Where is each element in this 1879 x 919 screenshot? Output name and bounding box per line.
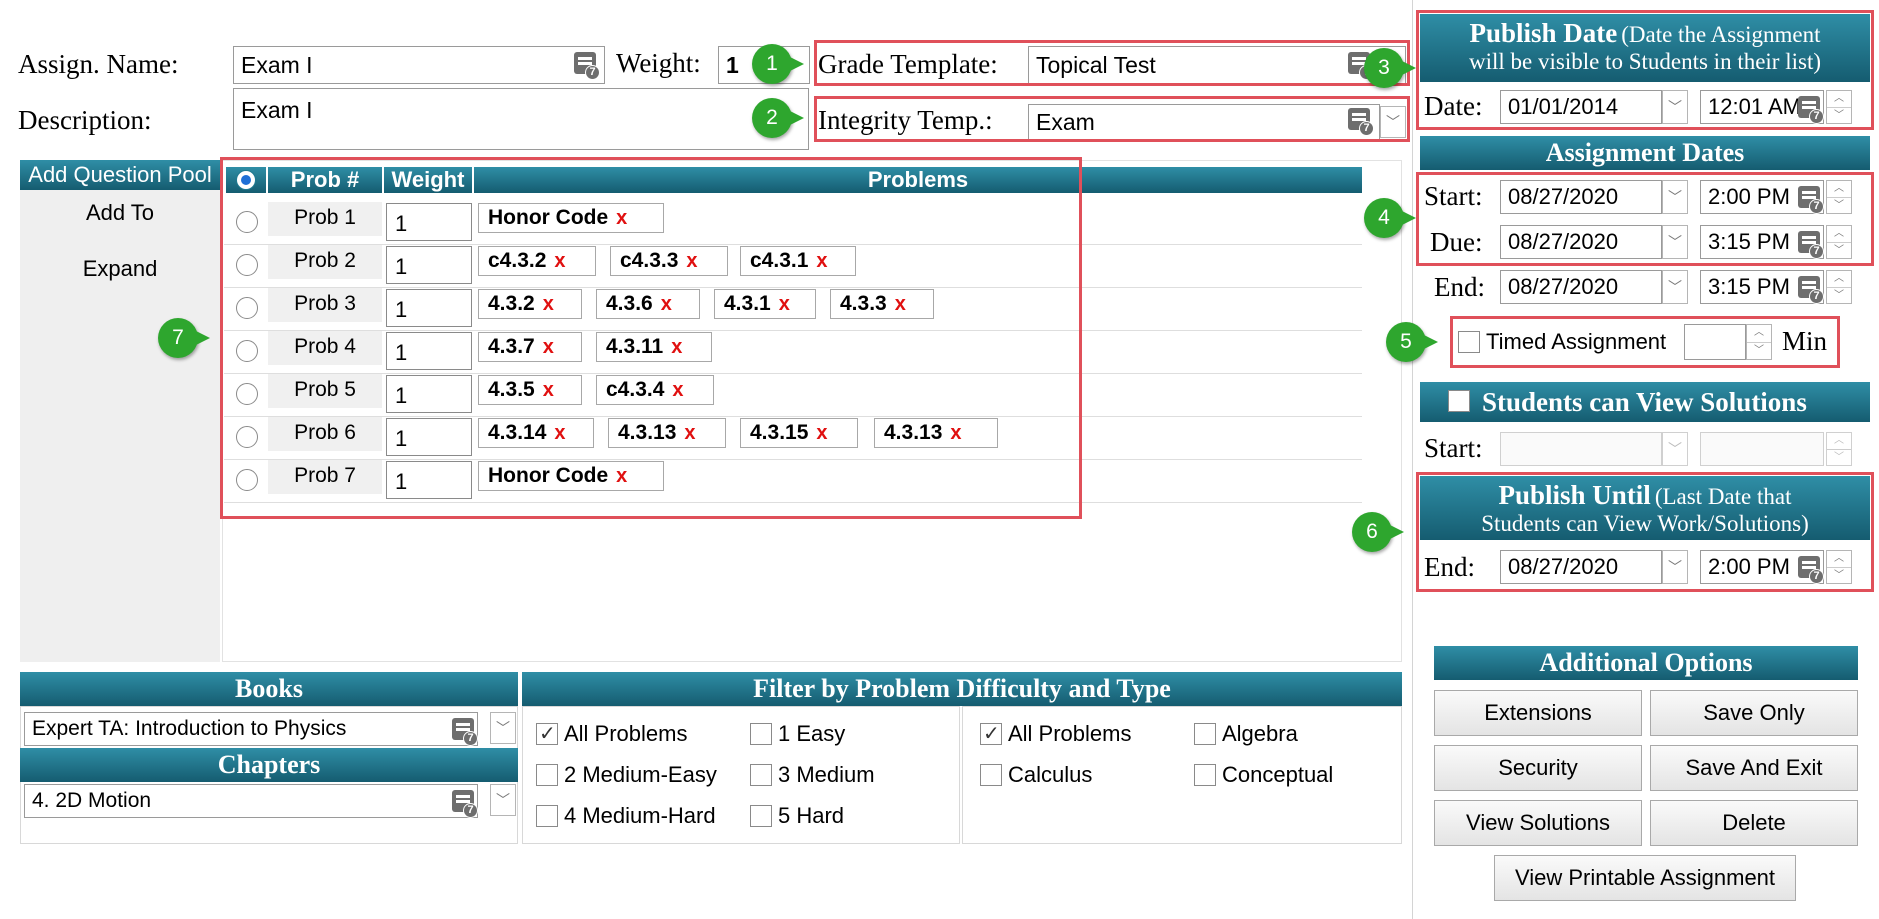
expand-button[interactable]: Expand [20,256,220,282]
highlight-box-3 [1416,10,1874,130]
filter-medium-hard-checkbox[interactable] [536,805,558,827]
end-time-spinner[interactable]: ︿ ﹀ [1826,270,1852,304]
end-date-dropdown-arrow[interactable]: ﹀ [1662,270,1688,304]
end-time-value: 3:15 PM [1708,274,1790,299]
solutions-start-date-input[interactable] [1500,432,1662,466]
type-algebra-checkbox[interactable] [1194,723,1216,745]
end-date-value: 08/27/2020 [1508,274,1619,299]
filter-label: Algebra [1222,721,1298,746]
tag-icon[interactable] [1798,276,1824,304]
book-value: Expert TA: Introduction to Physics [32,717,347,740]
filter-all-problems-checkbox[interactable] [536,721,558,746]
delete-button[interactable]: Delete [1650,800,1858,846]
solutions-start-label: Start: [1424,433,1483,463]
highlight-box-7 [220,157,1082,519]
callout-1: 1 [752,44,804,84]
tag-icon[interactable] [452,790,478,818]
callout-6: 6 [1352,512,1404,552]
filter-label: 5 Hard [778,803,845,828]
book-dropdown-arrow[interactable]: ﹀ [490,712,516,744]
description-input[interactable]: Exam I [233,88,809,150]
callout-2: 2 [752,98,804,138]
solutions-start-dropdown-arrow[interactable]: ﹀ [1662,432,1688,466]
callout-3: 3 [1364,48,1416,88]
security-button[interactable]: Security [1434,745,1642,791]
filter-label: 3 Medium [778,762,875,787]
highlight-box-1 [814,40,1410,86]
tag-icon[interactable] [574,52,600,80]
assign-name-label: Assign. Name: [18,49,179,79]
chapter-select[interactable]: 4. 2D Motion [24,784,478,818]
filter-label: 4 Medium-Hard [564,803,716,828]
callout-4: 4 [1364,198,1416,238]
filter-label: Conceptual [1222,762,1334,787]
weight-label: Weight: [616,48,701,78]
book-select[interactable]: Expert TA: Introduction to Physics [24,712,478,746]
highlight-box-2 [814,96,1410,142]
add-question-pool-button[interactable]: Add Question Pool [20,160,220,190]
type-all-problems-checkbox[interactable] [980,721,1002,746]
view-printable-assignment-button[interactable]: View Printable Assignment [1494,855,1796,901]
save-only-button[interactable]: Save Only [1650,690,1858,736]
filter-easy-checkbox[interactable] [750,723,772,745]
highlight-box-5 [1450,316,1840,368]
weight-value: 1 [726,51,739,78]
assignment-dates-title: Assignment Dates [1420,136,1870,170]
additional-options-title: Additional Options [1434,646,1858,680]
filter-label: All Problems [564,721,688,746]
chapters-title: Chapters [20,748,518,782]
filter-hard-checkbox[interactable] [750,805,772,827]
books-title: Books [20,672,518,706]
filter-medium-easy-checkbox[interactable] [536,764,558,786]
type-calculus-checkbox[interactable] [980,764,1002,786]
chapter-dropdown-arrow[interactable]: ﹀ [490,784,516,816]
left-menu-panel [20,160,220,662]
callout-5: 5 [1386,322,1438,362]
assign-name-input[interactable]: Exam I [233,46,605,84]
description-value: Exam I [241,97,313,123]
extensions-button[interactable]: Extensions [1434,690,1642,736]
filter-label: 1 Easy [778,721,846,746]
solutions-start-time-input[interactable] [1700,432,1824,466]
view-solutions-checkbox[interactable] [1448,390,1470,412]
end-label: End: [1434,272,1485,302]
assign-name-value: Exam I [241,51,313,78]
filter-title: Filter by Problem Difficulty and Type [522,672,1402,706]
highlight-box-6 [1416,472,1874,592]
highlight-box-4 [1416,172,1874,266]
add-to-button[interactable]: Add To [20,200,220,226]
filter-label: Calculus [1008,762,1093,787]
solutions-start-time-spinner[interactable]: ︿ ﹀ [1826,432,1852,466]
filter-label: 2 Medium-Easy [564,762,717,787]
type-conceptual-checkbox[interactable] [1194,764,1216,786]
filter-label: All Problems [1008,721,1132,746]
tag-icon[interactable] [452,718,478,746]
save-and-exit-button[interactable]: Save And Exit [1650,745,1858,791]
view-solutions-button[interactable]: View Solutions [1434,800,1642,846]
callout-7: 7 [158,318,210,358]
description-label: Description: [18,105,152,135]
filter-medium-checkbox[interactable] [750,764,772,786]
chapter-value: 4. 2D Motion [32,789,152,812]
view-solutions-header: Students can View Solutions [1420,382,1870,422]
end-date-input[interactable]: 08/27/2020 [1500,270,1662,304]
